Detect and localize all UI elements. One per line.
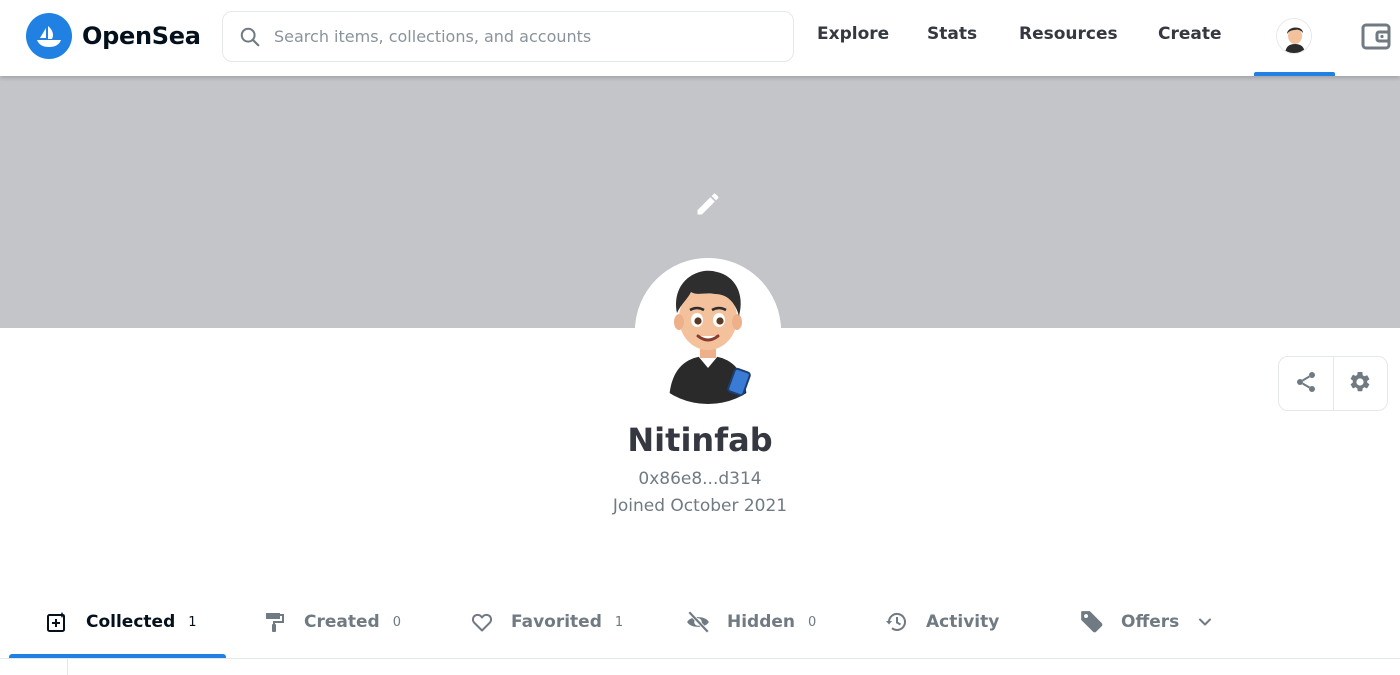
tab-collected[interactable]: Collected 1: [44, 602, 197, 642]
tab-count: 1: [614, 614, 624, 630]
nav-explore-link[interactable]: Explore: [817, 24, 889, 44]
tab-count: 0: [808, 614, 817, 630]
heart-icon: [469, 609, 495, 635]
wallet-address[interactable]: 0x86e8...d314: [0, 469, 1400, 489]
paint-roller-icon: [262, 609, 288, 635]
tag-icon: [1079, 609, 1105, 635]
nav-create-link[interactable]: Create: [1158, 24, 1222, 44]
nav-resources-link[interactable]: Resources: [1019, 24, 1118, 44]
tab-offers[interactable]: Offers: [1079, 602, 1215, 642]
tab-count: 0: [392, 614, 401, 630]
tab-label: Created: [304, 612, 380, 632]
profile-actions: [1278, 356, 1388, 411]
settings-button[interactable]: [1332, 357, 1387, 410]
search-bar[interactable]: [222, 11, 794, 62]
tab-label: Offers: [1121, 612, 1180, 632]
tab-activity[interactable]: Activity: [884, 602, 999, 642]
content-divider: [67, 659, 68, 675]
collected-icon: [44, 609, 70, 635]
tab-label: Collected: [86, 612, 176, 632]
tab-label: Favorited: [511, 612, 602, 632]
tab-hidden[interactable]: Hidden 0: [685, 602, 816, 642]
tab-label: Activity: [926, 612, 1000, 632]
wallet-icon[interactable]: [1360, 20, 1392, 52]
tab-favorited[interactable]: Favorited 1: [469, 602, 623, 642]
brand-name: OpenSea: [82, 22, 201, 50]
eye-off-icon: [685, 609, 711, 635]
nav-stats-link[interactable]: Stats: [927, 24, 977, 44]
pencil-icon[interactable]: [694, 190, 722, 218]
profile-tabs: Collected 1 Created 0 Favorited 1 Hidden…: [0, 590, 1400, 658]
profile-avatar[interactable]: [635, 258, 781, 404]
joined-date: Joined October 2021: [612, 496, 788, 516]
active-nav-indicator: [1254, 72, 1335, 76]
share-icon: [1294, 370, 1318, 398]
history-icon: [884, 609, 910, 635]
top-nav-bar: OpenSea Explore Stats Resources Create: [0, 0, 1400, 76]
search-input[interactable]: [274, 16, 774, 57]
tab-created[interactable]: Created 0: [262, 602, 401, 642]
opensea-logo-icon: [26, 13, 72, 59]
tab-label: Hidden: [727, 612, 796, 632]
profile-username: Nitinfab: [627, 421, 773, 459]
gear-icon: [1348, 370, 1372, 398]
avatar[interactable]: [1276, 18, 1312, 54]
home-logo-link[interactable]: OpenSea: [26, 13, 201, 59]
search-icon: [238, 25, 262, 49]
share-button[interactable]: [1279, 357, 1333, 410]
tabs-divider: [0, 658, 1400, 659]
chevron-down-icon: [1195, 612, 1215, 632]
tab-count: 1: [188, 614, 197, 630]
